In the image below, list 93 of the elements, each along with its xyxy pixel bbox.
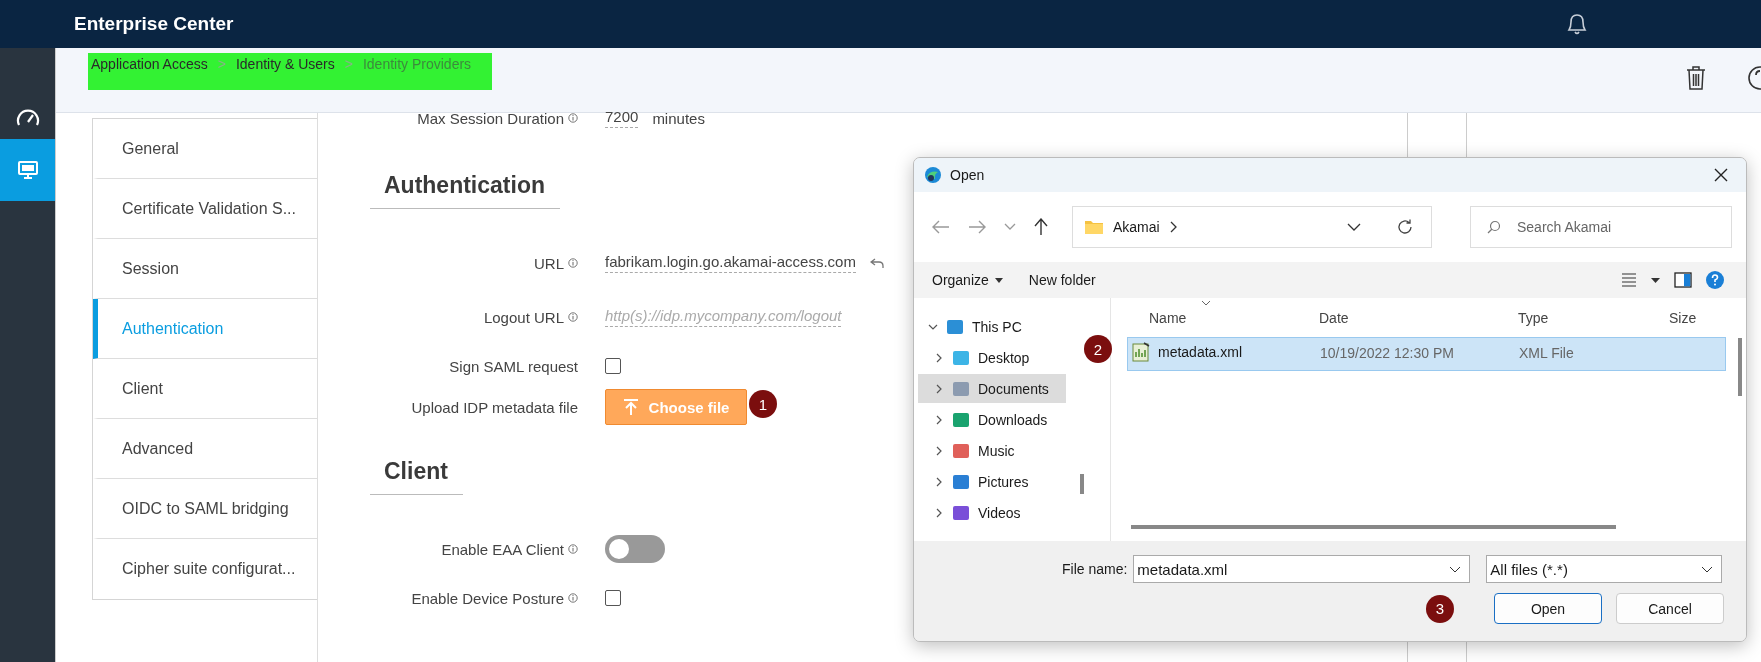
path-text: Akamai xyxy=(1113,219,1160,235)
help-icon[interactable] xyxy=(1747,65,1761,91)
chevron-icon xyxy=(934,383,944,394)
search-icon xyxy=(1487,220,1501,234)
scrollbar-thumb[interactable] xyxy=(1131,525,1616,529)
address-bar[interactable]: Akamai xyxy=(1072,206,1432,248)
preview-pane-icon[interactable] xyxy=(1674,272,1692,288)
file-name-field[interactable]: metadata.xml xyxy=(1133,555,1471,583)
scrollbar-thumb[interactable] xyxy=(1080,474,1084,494)
unit-text: minutes xyxy=(652,109,705,127)
bell-icon[interactable] xyxy=(1565,11,1589,37)
chevron-right-icon xyxy=(1169,221,1178,233)
app-title: Enterprise Center xyxy=(74,13,234,35)
field-label: Logout URL xyxy=(483,308,564,326)
checkbox[interactable] xyxy=(605,358,621,374)
caret-icon[interactable] xyxy=(1651,277,1660,283)
toolbar-button[interactable]: Organize xyxy=(926,270,1009,290)
caret-icon xyxy=(994,277,1003,283)
browser-icon xyxy=(924,166,942,184)
gauge-icon xyxy=(15,107,40,128)
nav-item[interactable]: OIDC to SAML bridging xyxy=(93,479,317,539)
tree-item[interactable]: Pictures xyxy=(918,467,1066,496)
undo-icon[interactable] xyxy=(869,257,884,269)
info-icon[interactable] xyxy=(568,312,578,322)
breadcrumb-separator: > xyxy=(217,56,226,74)
xml-file-icon xyxy=(1132,342,1150,362)
up-arrow-icon[interactable] xyxy=(1034,218,1048,236)
chevron-icon xyxy=(934,476,944,487)
step-badge: 1 xyxy=(749,390,777,418)
dialog-title: Open xyxy=(950,167,985,183)
text-field[interactable]: 7200 xyxy=(605,108,639,128)
trash-icon[interactable] xyxy=(1685,65,1707,91)
file-date: 10/19/2022 12:30 PM xyxy=(1320,345,1454,361)
step-badge: 2 xyxy=(1084,335,1112,363)
chevron-icon xyxy=(934,414,944,425)
back-arrow-icon[interactable] xyxy=(932,220,950,234)
section-heading: Client xyxy=(370,456,463,495)
list-view-icon[interactable] xyxy=(1621,273,1637,287)
close-icon[interactable] xyxy=(1714,168,1728,182)
field-label: Enable Device Posture xyxy=(411,589,564,607)
breadcrumb-separator: > xyxy=(344,56,353,74)
refresh-icon[interactable] xyxy=(1397,219,1413,235)
breadcrumb-link[interactable]: Identity & Users xyxy=(235,56,335,90)
toggle-switch[interactable] xyxy=(605,535,665,563)
tree-item[interactable]: Documents xyxy=(918,374,1066,403)
chevron-icon xyxy=(934,352,944,363)
column-header[interactable]: Date xyxy=(1319,310,1349,326)
sort-chevron-icon[interactable] xyxy=(1201,300,1211,306)
tree-item[interactable]: Downloads xyxy=(918,405,1066,434)
chevron-icon xyxy=(934,445,944,456)
field-label: Enable EAA Client xyxy=(441,540,564,558)
chevron-icon xyxy=(934,507,944,518)
column-header[interactable]: Size xyxy=(1669,310,1697,326)
column-header[interactable]: Name xyxy=(1149,310,1187,326)
scrollbar-thumb[interactable] xyxy=(1738,338,1742,396)
info-icon[interactable] xyxy=(568,113,578,123)
info-icon[interactable] xyxy=(568,258,578,268)
search-field[interactable]: Search Akamai xyxy=(1470,206,1732,248)
nav-item[interactable]: Session xyxy=(93,239,317,299)
upload-icon xyxy=(622,398,639,416)
nav-item[interactable]: Advanced xyxy=(93,419,317,479)
tree-item[interactable]: This PC xyxy=(918,312,1066,341)
field-label: Max Session Duration xyxy=(417,109,564,127)
chevron-down-icon xyxy=(1701,565,1714,573)
checkbox[interactable] xyxy=(605,590,621,606)
chevron-down-icon xyxy=(1449,565,1462,573)
file-name-label: File name: xyxy=(1062,561,1128,577)
field-label: Upload IDP metadata file xyxy=(411,398,578,416)
nav-item[interactable]: Cipher suite configurat... xyxy=(93,539,317,599)
field-label: Sign SAML request xyxy=(449,357,578,375)
tree-item[interactable]: Desktop xyxy=(918,343,1066,372)
breadcrumb-link[interactable]: Application Access xyxy=(91,56,208,90)
tree-item[interactable]: Videos xyxy=(918,498,1066,527)
info-icon[interactable] xyxy=(568,544,578,554)
nav-item[interactable]: Certificate Validation S... xyxy=(93,179,317,239)
section-heading: Authentication xyxy=(370,170,560,209)
text-field[interactable]: fabrikam.login.go.akamai-access.com xyxy=(605,253,856,273)
nav-item[interactable]: General xyxy=(93,119,317,179)
dialog-button[interactable]: Cancel xyxy=(1616,593,1724,624)
chevron-down-icon[interactable] xyxy=(1347,223,1361,231)
file-name: metadata.xml xyxy=(1158,344,1243,360)
tree-item[interactable]: Music xyxy=(918,436,1066,465)
dialog-button[interactable]: Open xyxy=(1494,593,1602,624)
step-badge: 3 xyxy=(1426,594,1454,623)
column-header[interactable]: Type xyxy=(1518,310,1549,326)
monitor-icon xyxy=(16,160,39,180)
forward-arrow-icon[interactable] xyxy=(968,220,986,234)
file-type: XML File xyxy=(1519,345,1574,361)
info-icon[interactable] xyxy=(568,593,578,603)
file-type-dropdown[interactable]: All files (*.*) xyxy=(1486,555,1723,583)
nav-item[interactable]: Client xyxy=(93,359,317,419)
toolbar-button[interactable]: New folder xyxy=(1022,270,1102,290)
field-label: URL xyxy=(534,254,564,272)
